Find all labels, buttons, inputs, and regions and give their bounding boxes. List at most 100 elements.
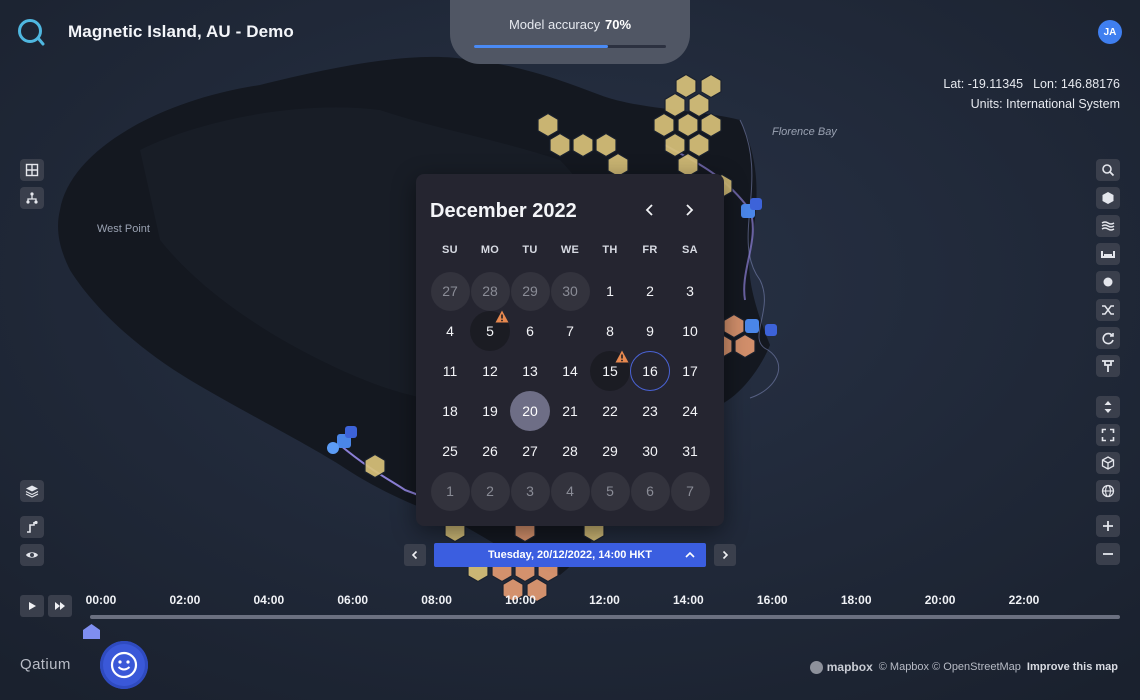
- timeline-hour-label[interactable]: 06:00: [337, 593, 368, 607]
- hex-cell[interactable]: [364, 453, 386, 479]
- route-button[interactable]: [20, 516, 44, 538]
- hex-cell[interactable]: [595, 132, 617, 158]
- timeline-hour-label[interactable]: 18:00: [841, 593, 872, 607]
- calendar-day[interactable]: 4: [430, 311, 470, 351]
- calendar-day-outside[interactable]: 5: [590, 471, 630, 511]
- hex-cell[interactable]: [688, 92, 710, 118]
- calendar-day[interactable]: 13: [510, 351, 550, 391]
- previous-date-button[interactable]: [404, 544, 426, 566]
- hex-cell[interactable]: [700, 73, 722, 99]
- calendar-day[interactable]: 12: [470, 351, 510, 391]
- fullscreen-button[interactable]: [1096, 424, 1120, 446]
- calendar-day-outside[interactable]: 6: [630, 471, 670, 511]
- globe-button[interactable]: [1096, 480, 1120, 502]
- timeline-hour-label[interactable]: 16:00: [757, 593, 788, 607]
- calendar-day[interactable]: 6: [510, 311, 550, 351]
- map-copyright[interactable]: © Mapbox © OpenStreetMap: [879, 661, 1021, 673]
- improve-map-link[interactable]: Improve this map: [1027, 661, 1118, 673]
- next-date-button[interactable]: [714, 544, 736, 566]
- grid-tool-button[interactable]: [20, 159, 44, 181]
- timeline-hour-label[interactable]: 14:00: [673, 593, 704, 607]
- calendar-day[interactable]: 14: [550, 351, 590, 391]
- timeline-hour-label[interactable]: 12:00: [589, 593, 620, 607]
- calendar-day-outside[interactable]: 29: [510, 271, 550, 311]
- calendar-day-outside[interactable]: 28: [470, 271, 510, 311]
- calendar-day[interactable]: 27: [510, 431, 550, 471]
- calendar-day[interactable]: 20: [510, 391, 550, 431]
- timeline-hour-label[interactable]: 20:00: [925, 593, 956, 607]
- calendar-day[interactable]: 15: [590, 350, 630, 391]
- timeline-hour-label[interactable]: 08:00: [421, 593, 452, 607]
- calendar-day[interactable]: 23: [630, 391, 670, 431]
- layers-button[interactable]: [20, 480, 44, 502]
- calendar-day-outside[interactable]: 27: [430, 271, 470, 311]
- 3d-view-button[interactable]: [1096, 452, 1120, 474]
- calendar-day[interactable]: 18: [430, 391, 470, 431]
- timeline-hour-label[interactable]: 22:00: [1009, 593, 1040, 607]
- calendar-day[interactable]: 5: [470, 310, 510, 351]
- previous-month-button[interactable]: [638, 198, 662, 222]
- user-avatar[interactable]: JA: [1098, 20, 1122, 44]
- hex-cell[interactable]: [723, 313, 745, 339]
- mapbox-logo[interactable]: mapbox: [809, 660, 873, 674]
- calendar-day[interactable]: 19: [470, 391, 510, 431]
- hex-cell[interactable]: [653, 112, 675, 138]
- calendar-day-outside[interactable]: 7: [670, 471, 710, 511]
- calendar-day[interactable]: 24: [670, 391, 710, 431]
- hex-cell[interactable]: [664, 132, 686, 158]
- calendar-day[interactable]: 29: [590, 431, 630, 471]
- calendar-day[interactable]: 7: [550, 311, 590, 351]
- calendar-day-outside[interactable]: 30: [550, 271, 590, 311]
- hex-cell[interactable]: [537, 112, 559, 138]
- app-logo-icon[interactable]: [17, 18, 45, 46]
- hex-cell[interactable]: [700, 112, 722, 138]
- shuffle-button[interactable]: [1096, 299, 1120, 321]
- network-tool-button[interactable]: [20, 187, 44, 209]
- calendar-day-outside[interactable]: 3: [510, 471, 550, 511]
- sort-button[interactable]: [1096, 396, 1120, 418]
- timeline-hour-label[interactable]: 00:00: [86, 593, 117, 607]
- calendar-day[interactable]: 1: [590, 271, 630, 311]
- calendar-day[interactable]: 25: [430, 431, 470, 471]
- timeline-hour-label[interactable]: 10:00: [505, 593, 536, 607]
- timeline-hour-label[interactable]: 04:00: [253, 593, 284, 607]
- node-button[interactable]: [1096, 271, 1120, 293]
- hex-cell[interactable]: [677, 112, 699, 138]
- hex-cell[interactable]: [675, 73, 697, 99]
- hex-cell[interactable]: [549, 132, 571, 158]
- calendar-day[interactable]: 21: [550, 391, 590, 431]
- calendar-day[interactable]: 22: [590, 391, 630, 431]
- calendar-day-outside[interactable]: 2: [470, 471, 510, 511]
- calendar-day[interactable]: 16: [630, 351, 670, 391]
- calendar-day[interactable]: 17: [670, 351, 710, 391]
- calendar-day[interactable]: 30: [630, 431, 670, 471]
- hex-cell[interactable]: [664, 92, 686, 118]
- calendar-day[interactable]: 2: [630, 271, 670, 311]
- zoom-out-button[interactable]: [1096, 543, 1120, 565]
- search-button[interactable]: [1096, 159, 1120, 181]
- valve-button[interactable]: [1096, 355, 1120, 377]
- next-month-button[interactable]: [677, 198, 701, 222]
- hex-cell[interactable]: [572, 132, 594, 158]
- calendar-day[interactable]: 28: [550, 431, 590, 471]
- hex-cell[interactable]: [734, 333, 756, 359]
- hex-cell[interactable]: [688, 132, 710, 158]
- hexagon-layer-button[interactable]: [1096, 187, 1120, 209]
- calendar-day[interactable]: 10: [670, 311, 710, 351]
- calendar-day[interactable]: 9: [630, 311, 670, 351]
- visibility-button[interactable]: [20, 544, 44, 566]
- waves-button[interactable]: [1096, 215, 1120, 237]
- timeline-track[interactable]: [90, 615, 1120, 619]
- date-time-selector[interactable]: Tuesday, 20/12/2022, 14:00 HKT: [434, 543, 706, 567]
- calendar-day-outside[interactable]: 4: [550, 471, 590, 511]
- calendar-day[interactable]: 26: [470, 431, 510, 471]
- zoom-in-button[interactable]: [1096, 515, 1120, 537]
- calendar-day[interactable]: 31: [670, 431, 710, 471]
- calendar-day-outside[interactable]: 1: [430, 471, 470, 511]
- timeline-handle[interactable]: [83, 624, 100, 639]
- cycle-button[interactable]: [1096, 327, 1120, 349]
- assistant-button[interactable]: [100, 641, 148, 689]
- calendar-day[interactable]: 11: [430, 351, 470, 391]
- calendar-day[interactable]: 8: [590, 311, 630, 351]
- timeline-hour-label[interactable]: 02:00: [170, 593, 201, 607]
